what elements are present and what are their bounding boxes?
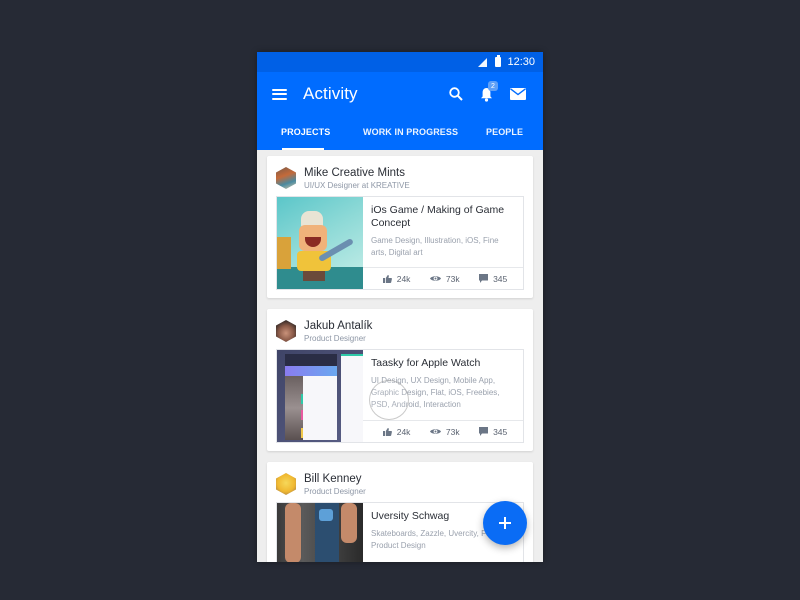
comments-button[interactable]: 345 (479, 427, 507, 437)
tab-bar: PROJECTS WORK IN PROGRESS PEOPLE (257, 116, 543, 150)
comment-icon (479, 274, 489, 283)
search-button[interactable] (445, 83, 467, 105)
project-stats: 24k 73k 345 (363, 420, 523, 442)
feed-card: Jakub Antalík Product Designer Taasky fo… (267, 309, 533, 451)
like-button[interactable]: 24k (382, 426, 411, 437)
avatar[interactable] (276, 473, 296, 495)
comment-count: 345 (493, 273, 508, 284)
project-thumbnail (277, 503, 363, 562)
avatar[interactable] (276, 167, 296, 189)
thumbs-up-icon (382, 274, 392, 283)
phone-screen: 12:30 Activity 2 PROJECTS WORK IN PROGRE… (257, 52, 543, 562)
tab-people[interactable]: PEOPLE (486, 127, 523, 137)
tab-work-in-progress[interactable]: WORK IN PROGRESS (363, 127, 458, 137)
notifications-button[interactable]: 2 (475, 81, 498, 105)
author-role: Product Designer (304, 486, 366, 496)
project-tags: Game Design, Illustration, iOS, Fine art… (371, 236, 499, 257)
like-count: 24k (396, 273, 411, 284)
thumbs-up-icon (382, 427, 392, 436)
status-bar: 12:30 (257, 52, 543, 72)
add-button[interactable] (483, 501, 527, 545)
like-count: 24k (396, 426, 411, 437)
notification-badge: 2 (488, 81, 498, 91)
like-button[interactable]: 24k (382, 273, 411, 284)
card-header: Bill Kenney Product Designer (276, 470, 524, 498)
author-name[interactable]: Jakub Antalík (304, 319, 372, 333)
comment-icon (479, 427, 489, 436)
project-item[interactable]: iOs Game / Making of Game Concept Game D… (276, 196, 524, 290)
status-time: 12:30 (507, 56, 535, 68)
avatar[interactable] (276, 320, 296, 342)
app-bar: Activity 2 (257, 72, 543, 116)
project-title[interactable]: Taasky for Apple Watch (371, 357, 515, 370)
project-title[interactable]: iOs Game / Making of Game Concept (371, 204, 515, 230)
page-title: Activity (303, 84, 358, 103)
project-stats: 24k 73k 345 (363, 267, 523, 289)
signal-icon (478, 57, 488, 67)
mail-button[interactable] (507, 83, 529, 105)
battery-icon (495, 55, 502, 67)
view-count: 73k (445, 273, 460, 284)
author-name[interactable]: Bill Kenney (304, 472, 366, 486)
author-role: UI/UX Designer at KREATIVE (304, 180, 410, 190)
views-stat: 73k (429, 426, 460, 437)
card-header: Jakub Antalík Product Designer (276, 317, 524, 345)
search-icon (449, 87, 463, 101)
feed-card: Mike Creative Mints UI/UX Designer at KR… (267, 156, 533, 298)
mail-icon (510, 88, 526, 100)
author-role: Product Designer (304, 333, 366, 343)
activity-feed: Mike Creative Mints UI/UX Designer at KR… (257, 150, 543, 562)
card-header: Mike Creative Mints UI/UX Designer at KR… (276, 164, 524, 192)
project-item[interactable]: Taasky for Apple Watch UI Design, UX Des… (276, 349, 524, 443)
project-tags: UI Design, UX Design, Mobile App, Graphi… (371, 376, 500, 409)
author-name[interactable]: Mike Creative Mints (304, 166, 410, 180)
view-count: 73k (445, 426, 460, 437)
comment-count: 345 (493, 426, 508, 437)
eye-icon (429, 276, 441, 281)
plus-icon (499, 517, 511, 529)
project-thumbnail (277, 350, 363, 442)
eye-icon (429, 429, 441, 434)
project-thumbnail (277, 197, 363, 289)
menu-icon[interactable] (272, 88, 287, 100)
tab-projects[interactable]: PROJECTS (281, 127, 330, 137)
comments-button[interactable]: 345 (479, 274, 507, 284)
views-stat: 73k (429, 273, 460, 284)
